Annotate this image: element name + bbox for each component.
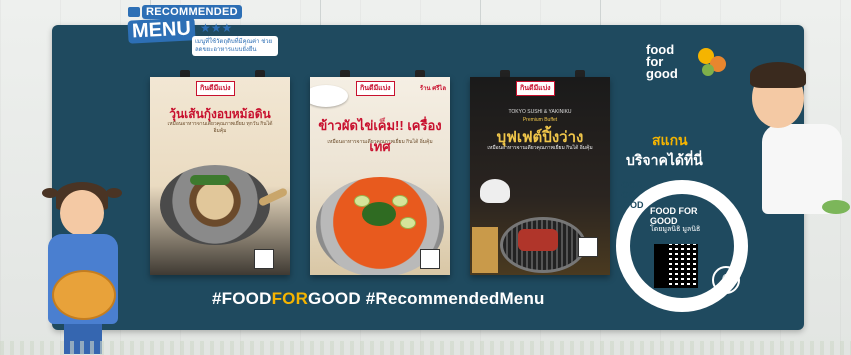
logo-dot-icon [702,64,714,76]
poster-qr-icon [578,237,598,257]
sushi-board-image [472,227,498,273]
donation-foundation: โดยมูลนิธิ มูลนิธิ [650,226,701,233]
scan-heading: สแกน [652,132,688,148]
badge-subtext: เมนูที่ใช้วัตถุดิบที่มีคุณค่า ช่วยลดขยะอ… [192,36,278,56]
grass-decoration [0,341,851,355]
garnish [190,175,230,185]
hashtag-recommended-menu: #RecommendedMenu [360,289,545,308]
hashtag-food: #FOOD [212,289,272,308]
restaurant-label: ร้าน ศรีไล [419,86,446,92]
poster-description: เหมือนอาหารจานเดียวคุณภาพเยี่ยม กินได้ อ… [487,145,593,151]
recommended-menu-badge: RECOMMENDED MENU ★★★ เมนูที่ใช้วัตถุดิบท… [122,3,278,63]
poster-brand-sub: Premium Buffet [522,117,558,123]
donation-qr-code[interactable] [654,244,698,288]
cucumber-slice [392,195,408,207]
poster-brand: TOKYO SUSHI & YAKINIKU [508,109,572,115]
pumpkin-icon [52,270,116,320]
menu-poster-glass-noodle: กินดีมีแบ่ง วุ้นเส้นกุ้งอบหม้อดิน เหมือน… [150,77,290,275]
menu-poster-fried-rice: กินดีมีแบ่ง ร้าน ศรีไล ข้าวผัดไข่เค็ม!! … [310,77,450,275]
hashtag-for: FOR [271,289,309,308]
rice-image [480,179,510,203]
girl-illustration [38,178,128,355]
donation-title: FOOD FOR GOOD [650,206,698,226]
menu-poster-buffet: กินดีมีแบ่ง TOKYO SUSHI & YAKINIKU Premi… [470,77,610,275]
salad-icon [822,200,850,214]
poster-tag: กินดีมีแบ่ง [516,81,555,96]
bowl-image [310,85,348,107]
badge-stars: ★★★ [200,21,233,35]
meat-image [518,229,558,251]
poster-title: ข้าวผัดไข่เค็ม!! เครื่องเทศ [318,118,442,154]
hashtag-good: GOOD [308,289,361,308]
poster-tag: กินดีมีแบ่ง [196,81,235,96]
poster-qr-icon [420,249,440,269]
girl-head [60,190,104,236]
hashtag-line: #FOODFORGOOD #RecommendedMenu [212,289,545,309]
donate-heading: บริจาคได้ที่นี่ [626,152,703,168]
badge-logo-icon [128,7,140,17]
pigtail-icon [106,188,122,198]
food-for-good-logo: food for good [646,43,736,84]
boy-illustration [744,60,851,220]
poster-qr-icon [254,249,274,269]
poster-description: เหมือนอาหารจานเดียวคุณภาพเยี่ยม ทุกวัน ก… [167,121,273,134]
poster-tag: กินดีมีแบ่ง [356,81,395,96]
logo-good: good [646,66,678,81]
cucumber-slice [354,195,370,207]
cucumber-slice [400,217,416,229]
foundation-icon [712,266,740,294]
boy-hair [750,62,806,88]
poster-description: เหมือนอาหารจานเดียวคุณภาพเยี่ยม กินได้ อ… [327,139,433,145]
badge-menu-label: MENU [127,17,196,44]
